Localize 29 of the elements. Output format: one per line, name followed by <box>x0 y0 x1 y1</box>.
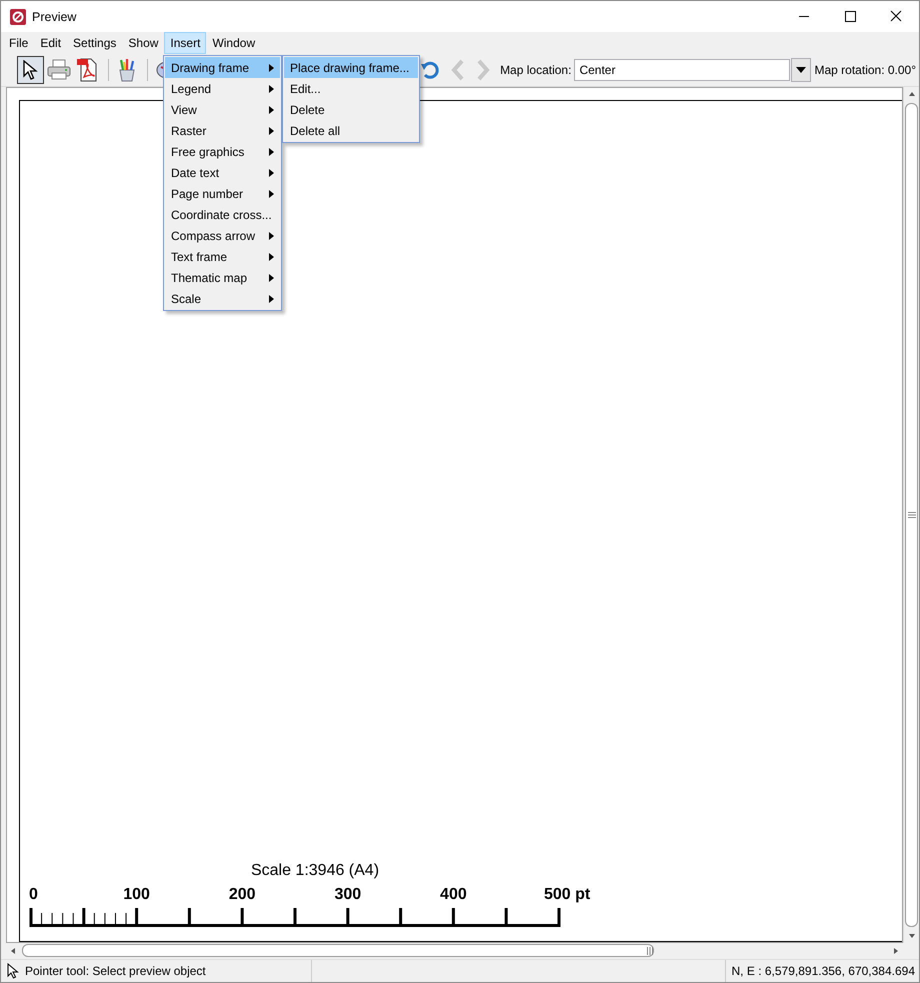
menu-item[interactable]: Edit <box>34 32 68 54</box>
map-rotation-label: Map rotation: 0.00° <box>814 63 916 77</box>
menu-item[interactable]: Scale <box>165 288 280 309</box>
menu-item[interactable]: Coordinate cross... <box>165 204 280 225</box>
menu-item[interactable]: Edit... <box>284 78 418 99</box>
menu-item[interactable]: Show <box>122 32 164 54</box>
menu-item[interactable]: Delete all <box>284 120 418 141</box>
menu-item[interactable]: Raster <box>165 120 280 141</box>
menu-item[interactable]: Delete <box>284 99 418 120</box>
status-hint: Pointer tool: Select preview object <box>25 964 206 978</box>
menu-item[interactable]: Compass arrow <box>165 225 280 246</box>
menu-item[interactable]: Legend <box>165 78 280 99</box>
coordinates-readout: N, E : 6,579,891.356, 670,384.694 <box>732 964 915 978</box>
scale-bar-drawing: Scale 1:3946 (A4) 0 100 200 300 400 500 pt <box>28 861 628 933</box>
menu-item[interactable]: Free graphics <box>165 141 280 162</box>
menu-item[interactable]: Drawing frame <box>165 57 280 78</box>
map-location-field[interactable]: Center <box>574 59 790 81</box>
menu-item[interactable]: Thematic map <box>165 267 280 288</box>
menu-item[interactable]: Date text <box>165 162 280 183</box>
menu-item[interactable]: Insert <box>164 32 206 54</box>
menu-item[interactable]: Window <box>206 32 262 54</box>
menu-item[interactable]: Page number <box>165 183 280 204</box>
map-location-label: Map location: <box>500 63 572 77</box>
window-title: Preview <box>32 10 76 24</box>
menu-item[interactable]: File <box>3 32 34 54</box>
menu-item[interactable]: Settings <box>67 32 122 54</box>
menu-item[interactable]: View <box>165 99 280 120</box>
menu-item[interactable]: Place drawing frame... <box>284 57 418 78</box>
menu-item[interactable]: Text frame <box>165 246 280 267</box>
